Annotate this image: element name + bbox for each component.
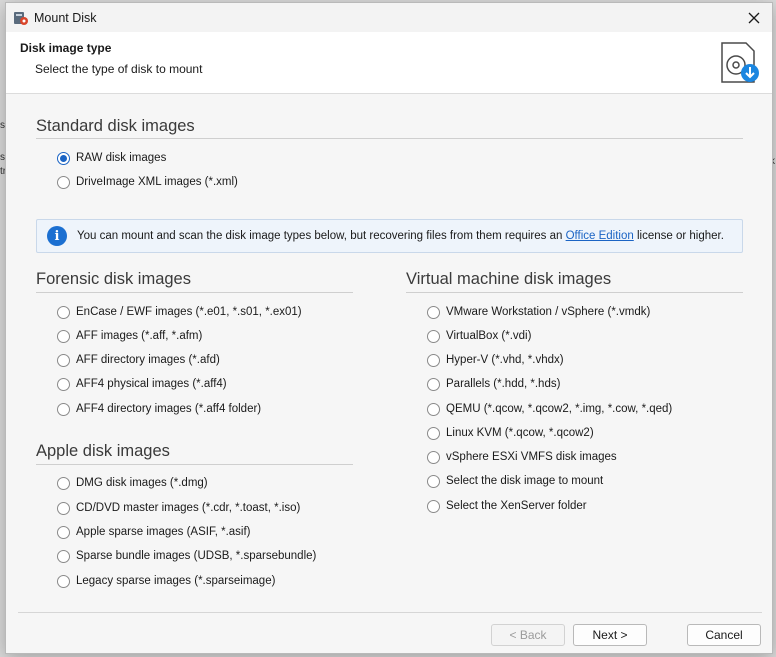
mount-disk-dialog: Mount Disk Disk image type Select the ty… xyxy=(5,2,773,654)
footer-divider xyxy=(18,612,762,613)
wizard-header: Disk image type Select the type of disk … xyxy=(6,32,772,94)
section-title-apple: Apple disk images xyxy=(36,442,170,460)
office-edition-link[interactable]: Office Edition xyxy=(566,230,634,242)
radio-legacy-sparse[interactable]: Legacy sparse images (*.sparseimage) xyxy=(57,572,275,590)
next-button[interactable]: Next > xyxy=(573,624,647,646)
radio-button[interactable] xyxy=(57,353,70,367)
radio-button[interactable] xyxy=(427,450,440,464)
radio-select-disk-image[interactable]: Select the disk image to mount xyxy=(427,472,603,490)
radio-button[interactable] xyxy=(57,329,70,343)
radio-apple-sparse[interactable]: Apple sparse images (ASIF, *.asif) xyxy=(57,523,251,541)
radio-encase-ewf[interactable]: EnCase / EWF images (*.e01, *.s01, *.ex0… xyxy=(57,303,302,321)
radio-aff4-directory[interactable]: AFF4 directory images (*.aff4 folder) xyxy=(57,400,261,418)
radio-button[interactable] xyxy=(57,549,70,563)
info-text: You can mount and scan the disk image ty… xyxy=(77,230,566,242)
section-divider xyxy=(36,138,743,139)
radio-button[interactable] xyxy=(57,574,70,588)
section-divider xyxy=(406,292,743,293)
radio-button[interactable] xyxy=(427,377,440,391)
radio-button[interactable] xyxy=(57,525,70,539)
radio-dmg[interactable]: DMG disk images (*.dmg) xyxy=(57,474,208,492)
radio-button[interactable] xyxy=(57,151,70,165)
page-subtitle: Select the type of disk to mount xyxy=(35,62,203,76)
radio-driveimage-xml[interactable]: DriveImage XML images (*.xml) xyxy=(57,173,238,191)
info-icon: i xyxy=(47,226,67,246)
radio-button[interactable] xyxy=(427,426,440,440)
page-title: Disk image type xyxy=(20,41,112,55)
radio-virtualbox[interactable]: VirtualBox (*.vdi) xyxy=(427,327,531,345)
radio-button[interactable] xyxy=(427,474,440,488)
info-text-suffix: license or higher. xyxy=(633,230,724,242)
radio-aff4-physical[interactable]: AFF4 physical images (*.aff4) xyxy=(57,375,227,393)
radio-cd-dvd-master[interactable]: CD/DVD master images (*.cdr, *.toast, *.… xyxy=(57,499,300,517)
window-title: Mount Disk xyxy=(34,11,97,25)
radio-aff-directory[interactable]: AFF directory images (*.afd) xyxy=(57,351,220,369)
radio-qemu[interactable]: QEMU (*.qcow, *.qcow2, *.img, *.cow, *.q… xyxy=(427,400,672,418)
close-icon xyxy=(748,12,760,23)
radio-button[interactable] xyxy=(57,476,70,490)
section-title-standard: Standard disk images xyxy=(36,117,195,135)
radio-parallels[interactable]: Parallels (*.hdd, *.hds) xyxy=(427,375,560,393)
disk-download-icon xyxy=(721,42,759,83)
radio-raw-disk-images[interactable]: RAW disk images xyxy=(57,149,166,167)
section-divider xyxy=(36,292,353,293)
radio-aff-images[interactable]: AFF images (*.aff, *.afm) xyxy=(57,327,202,345)
radio-button[interactable] xyxy=(427,402,440,416)
section-title-forensic: Forensic disk images xyxy=(36,270,191,288)
section-title-virtual: Virtual machine disk images xyxy=(406,270,612,288)
section-divider xyxy=(36,464,353,465)
info-banner: i You can mount and scan the disk image … xyxy=(36,219,743,253)
radio-button[interactable] xyxy=(57,402,70,416)
radio-button[interactable] xyxy=(57,175,70,189)
radio-linux-kvm[interactable]: Linux KVM (*.qcow, *.qcow2) xyxy=(427,424,594,442)
radio-button[interactable] xyxy=(57,501,70,515)
radio-hyper-v[interactable]: Hyper-V (*.vhd, *.vhdx) xyxy=(427,351,564,369)
radio-button[interactable] xyxy=(427,305,440,319)
radio-button[interactable] xyxy=(427,499,440,513)
radio-vmware[interactable]: VMware Workstation / vSphere (*.vmdk) xyxy=(427,303,650,321)
radio-vsphere-esxi[interactable]: vSphere ESXi VMFS disk images xyxy=(427,448,617,466)
cancel-button[interactable]: Cancel xyxy=(687,624,761,646)
radio-button[interactable] xyxy=(57,377,70,391)
close-button[interactable] xyxy=(736,3,772,32)
radio-sparse-bundle[interactable]: Sparse bundle images (UDSB, *.sparsebund… xyxy=(57,547,316,565)
radio-xenserver-folder[interactable]: Select the XenServer folder xyxy=(427,497,587,515)
radio-button[interactable] xyxy=(427,353,440,367)
radio-button[interactable] xyxy=(427,329,440,343)
title-bar: Mount Disk xyxy=(6,3,772,32)
radio-button[interactable] xyxy=(57,305,70,319)
back-button[interactable]: < Back xyxy=(491,624,565,646)
app-icon xyxy=(14,12,28,25)
